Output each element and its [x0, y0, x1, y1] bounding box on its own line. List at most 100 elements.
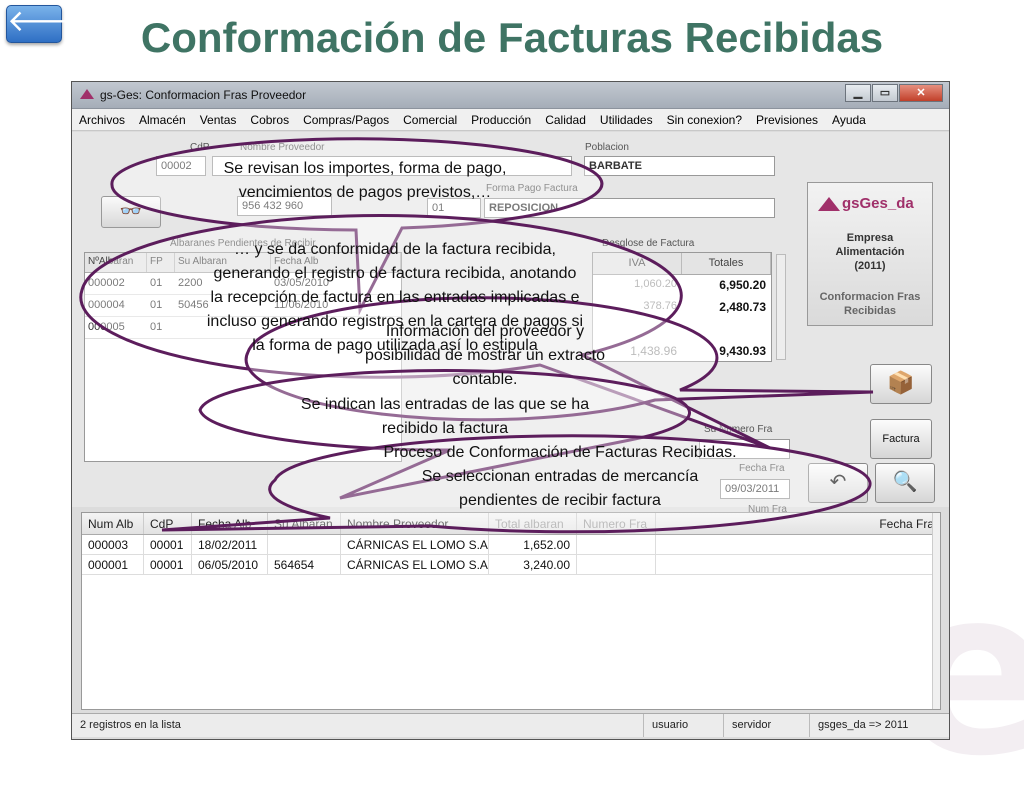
nombre-proveedor-label: Nombre Proveedor: [240, 142, 325, 153]
callout-line: generando el registro de factura recibid…: [213, 265, 577, 282]
cell-num: 000005: [88, 321, 125, 333]
callout-text-3: Información del proveedor y posibilidad …: [320, 320, 650, 392]
cell-nombre: CÁRNICAS EL LOMO S.A.: [341, 535, 489, 554]
gsges-logo-icon: [818, 197, 840, 211]
cell-total: 1,652.00: [489, 535, 577, 554]
company-line: (2011): [854, 260, 886, 272]
cell-fecha: 06/05/2010: [192, 555, 268, 574]
confirm-box-button[interactable]: 📦: [870, 364, 932, 404]
extracto-contable-button[interactable]: 👓: [101, 196, 161, 228]
callout-text-4: Se indican las entradas de las que se ha…: [265, 393, 625, 441]
cell-fechafra: [656, 555, 940, 574]
callout-line: … y se da conformidad de la factura reci…: [234, 241, 556, 258]
menu-previsiones[interactable]: Previsiones: [749, 113, 825, 127]
callout-text-5: Proceso de Conformación de Facturas Reci…: [340, 441, 780, 513]
callout-line: posibilidad de mostrar un extracto: [364, 347, 606, 364]
callout-line: la recepción de factura en las entradas …: [210, 289, 580, 306]
cell-total: 3,240.00: [489, 555, 577, 574]
slide-title: Conformación de Facturas Recibidas: [140, 14, 884, 61]
poblacion-field[interactable]: BARBATE: [584, 156, 775, 176]
cell-num: 000001: [82, 555, 144, 574]
cell-num: 000004: [88, 299, 125, 311]
cell-num: 000002: [88, 277, 125, 289]
col-cdp: CdP: [144, 513, 192, 534]
cell-total: 9,430.93: [719, 344, 766, 358]
company-line: Alimentación: [835, 246, 905, 258]
cell-fechafra: [656, 535, 940, 554]
poblacion-label: Poblacion: [585, 142, 629, 153]
cdp-label: CdP: [190, 142, 210, 153]
menu-cobros[interactable]: Cobros: [243, 113, 296, 127]
cell-su: [268, 535, 341, 554]
callout-line: Proceso de Conformación de Facturas Reci…: [383, 444, 737, 461]
menu-utilidades[interactable]: Utilidades: [593, 113, 660, 127]
module-line: Recibidas: [844, 305, 896, 317]
logo-panel: gsGes_da Empresa Alimentación (2011) Con…: [807, 182, 933, 326]
cell-cdp: 00001: [144, 535, 192, 554]
pending-deliveries-grid[interactable]: Num Alb CdP Fecha Alb Su Albaran Nombre …: [81, 512, 941, 710]
table-row[interactable]: 000003 00001 18/02/2011 CÁRNICAS EL LOMO…: [82, 535, 940, 555]
box-check-icon: 📦: [887, 370, 915, 395]
callout-line: contable.: [452, 371, 518, 388]
cell-cdp: 00001: [144, 555, 192, 574]
menu-almacen[interactable]: Almacén: [132, 113, 193, 127]
col-totales: Totales: [682, 253, 771, 274]
callout-line: Se seleccionan entradas de mercancía: [421, 468, 699, 485]
cell-total: 6,950.20: [719, 278, 766, 292]
callout-text-1: Se revisan los importes, forma de pago, …: [175, 157, 555, 205]
menu-compras-pagos[interactable]: Compras/Pagos: [296, 113, 396, 127]
factura-button[interactable]: Factura: [870, 419, 932, 459]
status-user: usuario: [644, 714, 724, 737]
binoculars-icon: 🔍: [892, 471, 918, 493]
menu-sin-conexion[interactable]: Sin conexion?: [660, 113, 749, 127]
undo-arrow-icon: ↶: [829, 471, 847, 493]
window-titlebar: gs-Ges: Conformacion Fras Proveedor ▁ ▭ …: [72, 82, 949, 109]
menu-archivos[interactable]: Archivos: [72, 113, 132, 127]
module-line: Conformacion Fras: [819, 291, 921, 303]
table-row[interactable]: 000001 00001 06/05/2010 564654 CÁRNICAS …: [82, 555, 940, 575]
cell-numfra: [577, 535, 656, 554]
undo-button[interactable]: ↶: [808, 463, 868, 503]
col-su-albaran: Su Albaran: [268, 513, 341, 534]
cell-total: [682, 319, 771, 341]
callout-line: Información del proveedor y: [385, 323, 585, 340]
menu-ventas[interactable]: Ventas: [193, 113, 244, 127]
callout-line: vencimientos de pagos previstos,…: [238, 184, 492, 201]
menu-produccion[interactable]: Producción: [464, 113, 538, 127]
col-total-albaran: Total albaran: [489, 513, 577, 534]
cell-fecha: 18/02/2011: [192, 535, 268, 554]
maximize-button[interactable]: ▭: [872, 84, 898, 102]
col-nombre-proveedor: Nombre Proveedor: [341, 513, 489, 534]
grid-scrollbar[interactable]: [932, 513, 940, 709]
desglose-scrollbar[interactable]: [776, 254, 786, 360]
status-database: gsges_da => 2011: [818, 719, 909, 731]
status-bar: 2 registros en la lista usuario servidor…: [72, 713, 949, 737]
callout-line: Se revisan los importes, forma de pago,: [223, 160, 507, 177]
company-line: Empresa: [846, 232, 894, 244]
status-records: 2 registros en la lista: [72, 714, 644, 737]
cell-su: 564654: [268, 555, 341, 574]
app-icon: [80, 89, 94, 99]
callout-line: recibido la factura: [381, 420, 509, 437]
window-title: gs-Ges: Conformacion Fras Proveedor: [100, 88, 307, 102]
col-fecha-alb: Fecha Alb: [192, 513, 268, 534]
glasses-icon: 👓: [119, 201, 143, 221]
status-server: servidor: [724, 714, 810, 737]
search-records-button[interactable]: 🔍: [875, 463, 935, 503]
close-button[interactable]: ✕: [899, 84, 943, 102]
col-num-alb: Num Alb: [82, 513, 144, 534]
menu-ayuda[interactable]: Ayuda: [825, 113, 873, 127]
menu-calidad[interactable]: Calidad: [538, 113, 593, 127]
su-numero-fra-label: Su Numero Fra: [704, 424, 773, 435]
col-numero-fra: Numero Fra: [577, 513, 656, 534]
menu-bar: Archivos Almacén Ventas Cobros Compras/P…: [72, 109, 949, 131]
minimize-button[interactable]: ▁: [845, 84, 871, 102]
menu-comercial[interactable]: Comercial: [396, 113, 464, 127]
col-num-albaran: NºAlbaran: [85, 253, 147, 272]
company-info: Empresa Alimentación (2011): [808, 231, 932, 273]
module-info: Conformacion Fras Recibidas: [808, 290, 932, 318]
cell-num: 000003: [82, 535, 144, 554]
cell-total: 2,480.73: [719, 300, 766, 314]
callout-line: Se indican las entradas de las que se ha: [300, 396, 590, 413]
brand-name: gsGes_da: [842, 195, 914, 212]
